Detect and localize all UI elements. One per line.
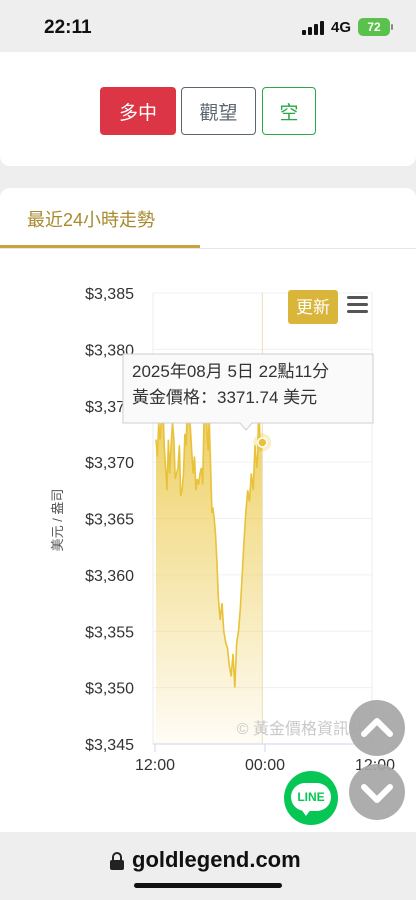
home-indicator xyxy=(134,883,282,888)
x-tick-label: 12:00 xyxy=(135,757,175,774)
tab-divider xyxy=(0,248,416,249)
scroll-up-button[interactable] xyxy=(349,700,405,756)
refresh-button-label[interactable]: 更新 xyxy=(296,298,330,317)
y-tick-label: $3,365 xyxy=(85,512,134,529)
status-time: 22:11 xyxy=(44,17,92,38)
chevron-down-icon xyxy=(361,784,393,803)
hover-point[interactable] xyxy=(257,437,268,448)
lock-icon xyxy=(110,852,124,870)
menu-icon[interactable] xyxy=(347,296,368,313)
status-bar: 22:11 4G 72 xyxy=(0,0,416,52)
browser-url-bar[interactable]: goldlegend.com xyxy=(0,832,416,900)
url-text[interactable]: goldlegend.com xyxy=(132,847,301,873)
short-button[interactable]: 空 xyxy=(262,87,316,135)
line-icon: LINE xyxy=(291,783,331,816)
tooltip-price: 黃金價格：3371.74 美元 xyxy=(132,388,317,407)
battery-icon: 72 xyxy=(358,18,393,36)
watermark: © 黃金價格資訊站 xyxy=(237,720,365,738)
watch-button[interactable]: 觀望 xyxy=(181,87,256,135)
y-tick-label: $3,385 xyxy=(85,286,134,303)
long-button[interactable]: 多中 xyxy=(100,87,176,135)
y-axis-label: 美元 / 盎司 xyxy=(50,489,65,552)
y-tick-label: $3,350 xyxy=(85,681,134,698)
tab-24h-trend[interactable]: 最近24小時走勢 xyxy=(0,188,200,248)
tooltip: 2025年08月 5日 22點11分 黃金價格：3371.74 美元 xyxy=(122,353,374,431)
line-share-button[interactable]: LINE xyxy=(284,771,338,825)
tooltip-datetime: 2025年08月 5日 22點11分 xyxy=(132,362,329,381)
y-tick-label: $3,360 xyxy=(85,568,134,585)
y-tick-label: $3,370 xyxy=(85,455,134,472)
scroll-down-button[interactable] xyxy=(349,764,405,820)
y-tick-label: $3,345 xyxy=(85,737,134,754)
refresh-button[interactable]: 更新 xyxy=(288,290,338,324)
sentiment-card: 多中 觀望 空 xyxy=(0,52,416,166)
network-label: 4G xyxy=(331,19,352,36)
tab-label: 最近24小時走勢 xyxy=(27,210,156,230)
signal-icon xyxy=(302,21,326,35)
x-tick-label: 00:00 xyxy=(245,757,285,774)
y-tick-label: $3,355 xyxy=(85,624,134,641)
chevron-up-icon xyxy=(361,718,393,737)
